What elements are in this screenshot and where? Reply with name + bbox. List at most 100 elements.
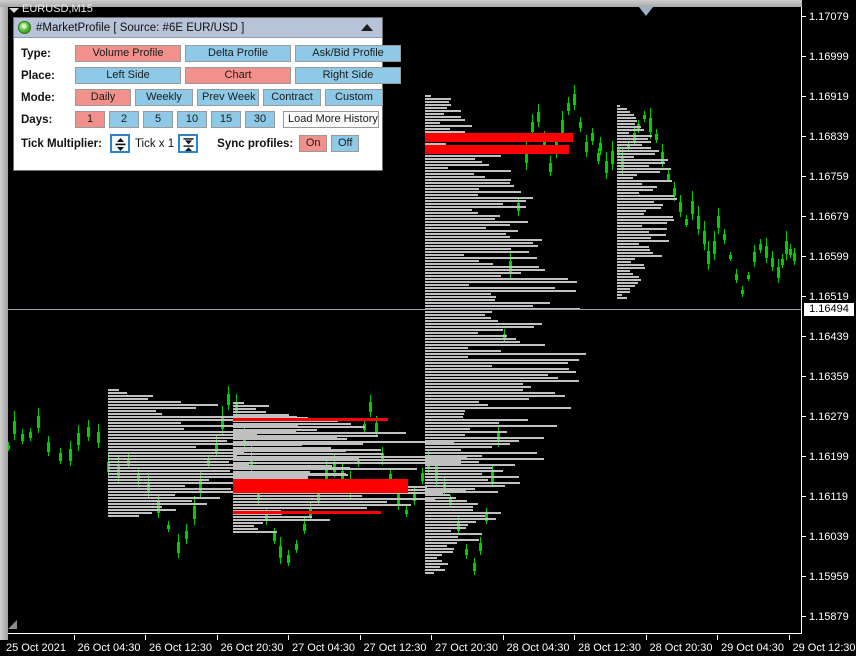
profile-volume-bar [233,411,266,413]
profile-volume-bar [617,141,651,143]
days-option-30[interactable]: 30 [245,111,275,128]
horizontal-scrollbar[interactable] [0,0,856,7]
mode-option-daily[interactable]: Daily [75,89,131,106]
sync-option-on[interactable]: On [299,135,327,152]
time-tick-mark [217,635,218,640]
price-tick-label: 1.15879 [802,611,849,623]
days-option-1[interactable]: 1 [75,111,105,128]
profile-volume-bar [108,407,196,409]
profile-volume-bar [425,224,510,226]
candle-body [591,133,594,141]
candle-body [405,510,408,515]
candle-body [185,531,188,540]
profile-volume-bar [233,501,387,503]
price-tick-label: 1.16919 [802,91,849,103]
profile-volume-bar [617,177,633,179]
horizontal-scrollbar-thumb[interactable] [0,0,856,7]
profile-volume-bar [425,296,496,298]
profile-volume-bar [108,461,229,463]
candle-body [605,161,608,173]
type-row: Type: Volume Profile Delta Profile Ask/B… [14,43,382,64]
spinner-updown-icon[interactable] [110,134,130,153]
price-tick-label: 1.16999 [802,51,849,63]
days-option-10[interactable]: 10 [177,111,207,128]
candle-body [295,544,298,550]
profile-volume-bar [617,150,659,152]
mode-option-prev-week[interactable]: Prev Week [197,89,259,106]
vertical-scrollbar[interactable] [0,7,8,640]
profile-volume-bar [425,467,492,469]
profile-volume-bar [617,111,630,113]
candle-body [611,151,614,164]
type-option-delta-profile[interactable]: Delta Profile [185,45,291,62]
candle-body [273,533,276,540]
profile-volume-bar [233,444,302,446]
mode-label: Mode: [21,92,75,104]
profile-volume-bar [425,206,526,208]
vertical-scrollbar-thumb[interactable] [0,7,8,640]
place-option-chart[interactable]: Chart [185,67,291,84]
profile-volume-bar [425,119,465,121]
profile-volume-bar [617,171,660,173]
time-axis[interactable]: 25 Oct 202126 Oct 04:3026 Oct 12:3026 Oc… [0,640,856,656]
mt-chart-window: EURUSD,M15 1.170791.169991.169191.168391… [0,0,856,656]
spinner-downup-icon[interactable] [178,134,198,153]
profile-poc-bar [233,479,408,493]
mode-option-custom[interactable]: Custom [325,89,383,106]
profile-volume-bar [425,167,448,169]
profile-volume-bar [425,275,501,277]
panel-header[interactable]: #MarketProfile [ Source: #6E EUR/USD ] [14,18,382,38]
chart-menu-caret-icon[interactable] [9,8,19,13]
profile-poc-bar [233,511,381,514]
profile-volume-bar [108,479,209,481]
candle-body [579,122,582,129]
chart-position-marker-icon [639,7,653,16]
candle-body [549,163,552,172]
time-tick-label: 29 Oct 04:30 [721,642,784,654]
profile-volume-bar [425,500,467,502]
profile-volume-bar [425,110,461,112]
candle-body [573,94,576,105]
profile-volume-bar [233,531,277,533]
price-axis[interactable]: 1.170791.169991.169191.168391.167591.166… [802,0,856,640]
days-option-2[interactable]: 2 [109,111,139,128]
mode-option-weekly[interactable]: Weekly [135,89,193,106]
profile-volume-bar [425,173,474,175]
profile-volume-bar [617,255,662,257]
profile-volume-bar [617,153,655,155]
price-tick-label: 1.17079 [802,11,849,23]
profile-volume-bar [425,215,500,217]
days-option-15[interactable]: 15 [211,111,241,128]
profile-volume-bar [425,182,510,184]
price-tick-label: 1.16519 [802,291,849,303]
place-option-left-side[interactable]: Left Side [75,67,181,84]
profile-volume-bar [425,491,498,493]
caret-up-icon[interactable] [361,24,373,31]
profile-volume-bar [425,176,485,178]
place-option-right-side[interactable]: Right Side [295,67,401,84]
profile-volume-bar [425,404,488,406]
profile-volume-bar [108,506,162,508]
profile-poc-bar [425,145,569,154]
sync-option-off[interactable]: Off [331,135,359,152]
time-tick-label: 29 Oct 12:30 [793,642,856,654]
candle-body [193,506,196,519]
axis-corner-marker [8,620,17,629]
type-option-volume-profile[interactable]: Volume Profile [75,45,181,62]
days-option-5[interactable]: 5 [143,111,173,128]
profile-volume-bar [233,498,435,500]
profile-volume-bar [425,545,447,547]
profile-volume-bar [425,461,479,463]
profile-volume-bar [617,288,630,290]
market-profile-panel[interactable]: #MarketProfile [ Source: #6E EUR/USD ] T… [13,17,383,171]
profile-volume-bar [425,572,434,574]
profile-volume-bar [617,123,635,125]
profile-volume-bar [617,279,641,281]
mode-option-contract[interactable]: Contract [263,89,321,106]
time-tick-mark [145,635,146,640]
profile-volume-bar [425,440,519,442]
profile-volume-bar [617,261,631,263]
load-more-history-button[interactable]: Load More History [283,111,379,128]
place-row: Place: Left Side Chart Right Side [14,65,382,86]
type-option-ask-bid-profile[interactable]: Ask/Bid Profile [295,45,401,62]
